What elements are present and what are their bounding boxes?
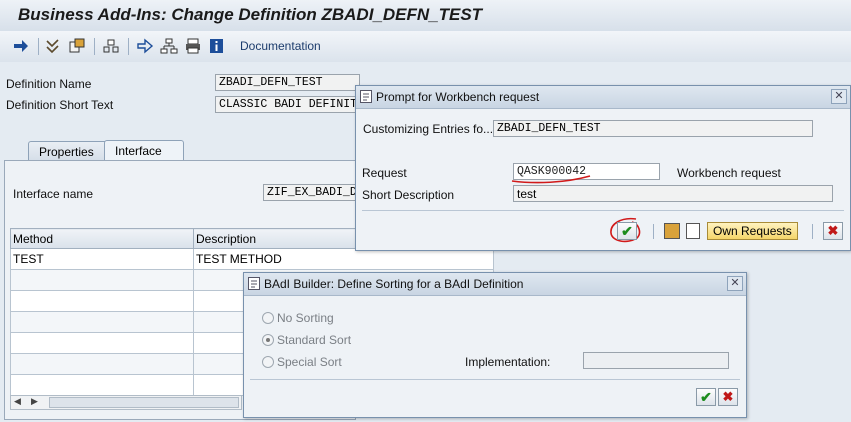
- empty-cell[interactable]: [10, 332, 194, 354]
- dialog-title: BAdI Builder: Define Sorting for a BAdI …: [264, 277, 524, 291]
- definition-name-label: Definition Name: [6, 77, 92, 91]
- method-cell[interactable]: TEST: [10, 248, 194, 270]
- empty-cell[interactable]: [10, 290, 194, 312]
- empty-cell[interactable]: [10, 374, 194, 396]
- tab-properties[interactable]: Properties: [28, 141, 112, 160]
- check-syntax-icon[interactable]: [44, 38, 62, 54]
- scroll-left-icon[interactable]: ◀: [14, 396, 21, 407]
- info-icon[interactable]: [208, 38, 226, 54]
- interface-name-label: Interface name: [13, 187, 94, 201]
- radio-standard-sort[interactable]: [262, 334, 274, 346]
- cancel-button[interactable]: ✖: [718, 388, 738, 406]
- implementation-label: Implementation:: [465, 355, 551, 369]
- short-description-label: Short Description: [362, 188, 455, 202]
- dialog-titlebar: Prompt for Workbench request ✕: [356, 86, 850, 109]
- display-change-arrow-icon[interactable]: [12, 38, 30, 54]
- activate-icon[interactable]: [68, 38, 86, 54]
- table-row[interactable]: TEST TEST METHOD: [10, 248, 494, 270]
- red-underline-annotation: [511, 175, 591, 184]
- dialog-window-icon: [248, 277, 260, 290]
- window-title: Business Add-Ins: Change Definition ZBAD…: [18, 5, 483, 24]
- request-type-label: Workbench request: [677, 166, 781, 180]
- dialog-divider: [250, 379, 740, 380]
- application-toolbar: Documentation: [0, 31, 851, 63]
- special-sort-label: Special Sort: [277, 355, 342, 369]
- toolbar-separator: [128, 38, 129, 55]
- documentation-button[interactable]: Documentation: [240, 39, 321, 53]
- create-request-icon[interactable]: [664, 223, 680, 239]
- definition-short-text-label: Definition Short Text: [6, 98, 114, 112]
- radio-special-sort[interactable]: [262, 356, 274, 368]
- dialog-button-separator: [812, 224, 813, 239]
- empty-cell[interactable]: [10, 269, 194, 291]
- customizing-entries-field[interactable]: ZBADI_DEFN_TEST: [493, 120, 813, 137]
- empty-cell[interactable]: [10, 311, 194, 333]
- short-description-field[interactable]: test: [513, 185, 833, 202]
- dialog-window-icon: [360, 90, 372, 103]
- print-icon[interactable]: [184, 38, 202, 54]
- empty-cell[interactable]: [10, 353, 194, 375]
- dialog-title: Prompt for Workbench request: [376, 90, 540, 104]
- new-document-icon[interactable]: [686, 223, 700, 239]
- radio-no-sorting[interactable]: [262, 312, 274, 324]
- implementation-field[interactable]: [583, 352, 729, 369]
- tab-interface[interactable]: Interface: [104, 140, 184, 161]
- workbench-request-dialog: Prompt for Workbench request ✕ Customizi…: [355, 85, 851, 251]
- cancel-button[interactable]: ✖: [823, 222, 843, 240]
- scroll-right-icon[interactable]: ▶: [31, 396, 38, 407]
- dialog-button-separator: [653, 224, 654, 239]
- where-used-icon[interactable]: [102, 38, 120, 54]
- standard-sort-label: Standard Sort: [277, 333, 352, 347]
- no-sorting-label: No Sorting: [277, 311, 334, 325]
- request-label: Request: [362, 166, 407, 180]
- definition-name-field[interactable]: ZBADI_DEFN_TEST: [215, 74, 360, 91]
- scroll-thumb[interactable]: [49, 397, 239, 408]
- toolbar-separator: [38, 38, 39, 55]
- description-cell[interactable]: TEST METHOD: [193, 248, 494, 270]
- own-requests-button[interactable]: Own Requests: [707, 222, 798, 240]
- confirm-button[interactable]: ✔: [617, 222, 637, 240]
- horizontal-scrollbar[interactable]: ◀ ▶: [10, 395, 242, 410]
- close-icon[interactable]: ✕: [727, 276, 743, 291]
- navigate-icon[interactable]: [136, 38, 154, 54]
- dialog-divider: [362, 210, 844, 211]
- column-header-method[interactable]: Method: [10, 228, 194, 249]
- interface-name-field[interactable]: ZIF_EX_BADI_D: [263, 184, 359, 201]
- dialog-titlebar: BAdI Builder: Define Sorting for a BAdI …: [244, 273, 746, 296]
- customizing-entries-label: Customizing Entries fo...: [363, 122, 494, 136]
- toolbar-separator: [94, 38, 95, 55]
- badi-sorting-dialog: BAdI Builder: Define Sorting for a BAdI …: [243, 272, 747, 418]
- close-icon[interactable]: ✕: [831, 89, 847, 104]
- confirm-button[interactable]: ✔: [696, 388, 716, 406]
- window-titlebar: Business Add-Ins: Change Definition ZBAD…: [0, 0, 851, 31]
- hierarchy-icon[interactable]: [160, 38, 178, 54]
- definition-short-text-field[interactable]: CLASSIC BADI DEFINITIO: [215, 96, 360, 113]
